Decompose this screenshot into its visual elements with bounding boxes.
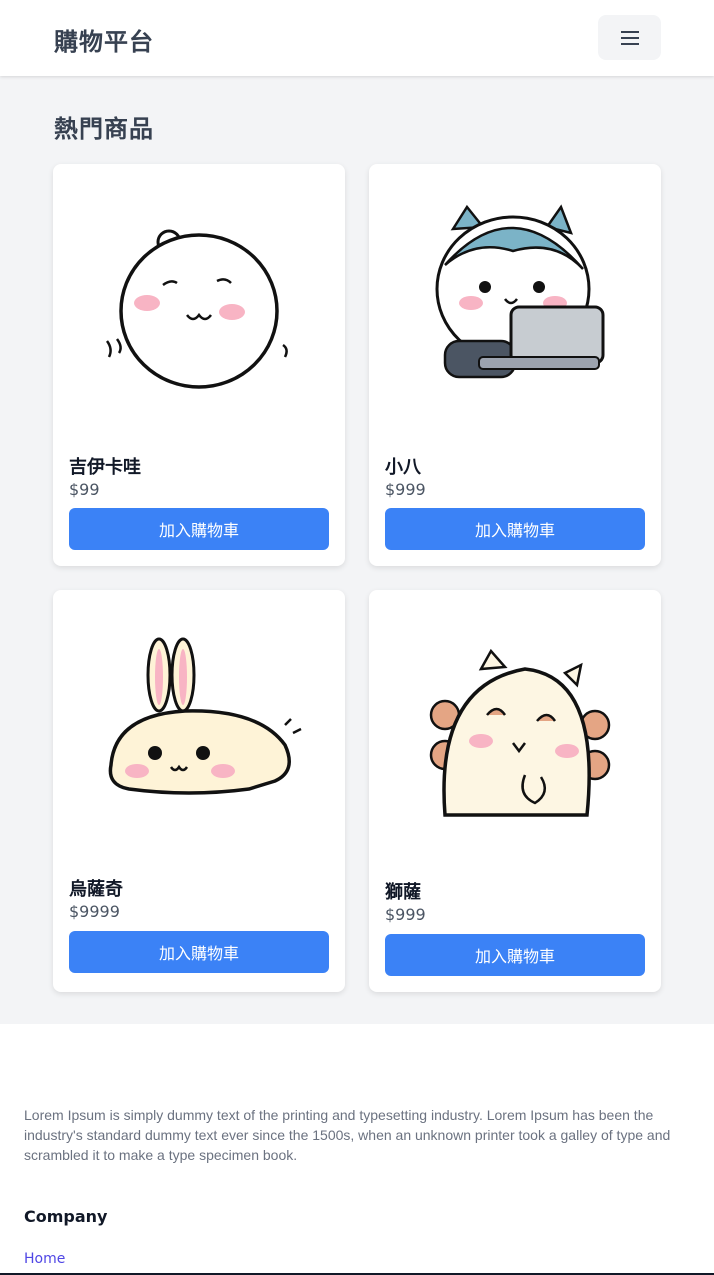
add-to-cart-button[interactable]: 加入購物車 xyxy=(385,508,645,550)
product-image[interactable] xyxy=(369,164,661,434)
product-card: 烏薩奇 $9999 加入購物車 xyxy=(53,590,345,992)
add-to-cart-button[interactable]: 加入購物車 xyxy=(385,934,645,976)
product-price: $999 xyxy=(385,480,426,499)
bunny-character-image xyxy=(108,637,302,795)
footer: Lorem Ipsum is simply dummy text of the … xyxy=(0,1024,714,1275)
product-card: 獅薩 $999 加入購物車 xyxy=(369,590,661,992)
product-card: 吉伊卡哇 $99 加入購物車 xyxy=(53,164,345,566)
menu-button[interactable] xyxy=(598,15,661,60)
product-name: 吉伊卡哇 xyxy=(69,457,141,478)
cat-with-laptop-character-image xyxy=(435,204,605,379)
lion-character-image xyxy=(429,648,611,817)
brand-logo[interactable]: 購物平台 xyxy=(54,22,154,57)
product-image[interactable] xyxy=(369,590,661,860)
footer-description: Lorem Ipsum is simply dummy text of the … xyxy=(24,1107,671,1163)
add-to-cart-button[interactable]: 加入購物車 xyxy=(69,931,329,973)
product-card: 小八 $999 加入購物車 xyxy=(369,164,661,566)
product-price: $9999 xyxy=(69,902,120,921)
product-name: 獅薩 xyxy=(385,882,421,903)
white-bear-character-image xyxy=(105,229,288,389)
product-name: 小八 xyxy=(385,457,421,478)
product-price: $99 xyxy=(69,480,100,499)
top-navbar: 購物平台 xyxy=(0,0,714,76)
product-image[interactable] xyxy=(53,590,345,860)
add-to-cart-button[interactable]: 加入購物車 xyxy=(69,508,329,550)
product-image[interactable] xyxy=(53,164,345,434)
hamburger-menu-icon xyxy=(620,30,639,45)
footer-company-heading: Company xyxy=(24,1207,108,1226)
product-price: $999 xyxy=(385,905,426,924)
footer-home-link[interactable]: Home xyxy=(24,1251,65,1267)
product-name: 烏薩奇 xyxy=(69,879,123,900)
section-title: 熱門商品 xyxy=(54,115,154,143)
